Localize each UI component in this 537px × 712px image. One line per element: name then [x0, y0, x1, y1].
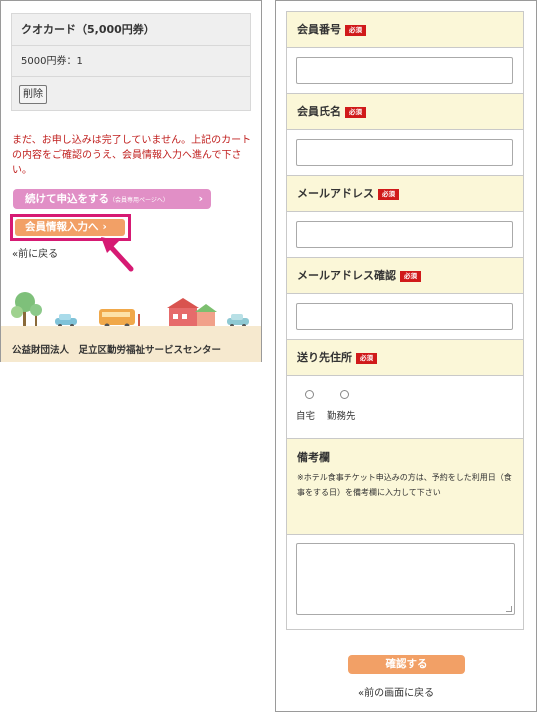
chevron-right-icon: › [198, 192, 203, 205]
resize-handle-icon[interactable] [506, 606, 512, 612]
input-area [287, 294, 523, 339]
delivery-label: 送り先住所 [297, 351, 352, 364]
required-badge: 必須 [345, 24, 366, 36]
confirm-button[interactable]: 確認する [348, 655, 465, 674]
notes-field: 備考欄 ※ホテル食事チケット申込みの方は、予約をした利用日（食事をする日）を備考… [287, 439, 523, 629]
notes-help-text: ※ホテル食事チケット申込みの方は、予約をした利用日（食事をする日）を備考欄に入力… [297, 473, 512, 497]
member-form-panel: 会員番号 必須 会員氏名 必須 メールアドレス 必須 メールアドレス確認 必須 … [275, 0, 537, 712]
required-badge: 必須 [356, 352, 377, 364]
footer-org-name: 公益財団法人 足立区勤労福祉サービスセンター [12, 345, 222, 356]
field-label: 送り先住所 必須 [287, 340, 523, 376]
continue-button-label: 続けて申込をする [25, 193, 109, 205]
member-number-field: 会員番号 必須 [287, 12, 523, 94]
required-badge: 必須 [345, 106, 366, 118]
delivery-radio-group: 自宅 勤務先 [287, 376, 523, 438]
member-info-button-label: 会員情報入力へ [25, 221, 99, 233]
back-to-previous-link[interactable]: «前の画面に戻る [358, 684, 434, 699]
email-field: メールアドレス 必須 [287, 176, 523, 258]
field-label: メールアドレス確認 必須 [287, 258, 523, 294]
chevron-right-icon: › [102, 221, 107, 233]
radio-home[interactable] [305, 390, 314, 399]
town-illustration [11, 292, 249, 329]
cart-panel: クオカード（5,000円券） 5000円券：1 削除 まだ、お申し込みは完了して… [0, 0, 262, 362]
cart-item-delete-row: 削除 [12, 77, 250, 111]
email-confirm-input[interactable] [296, 303, 513, 330]
delete-button[interactable]: 削除 [19, 85, 47, 104]
member-name-field: 会員氏名 必須 [287, 94, 523, 176]
email-confirm-label: メールアドレス確認 [297, 269, 396, 282]
back-link[interactable]: «前に戻る [12, 245, 58, 260]
member-name-label: 会員氏名 [297, 105, 341, 118]
field-label: 会員番号 必須 [287, 12, 523, 48]
member-name-input[interactable] [296, 139, 513, 166]
continue-shopping-button[interactable]: 続けて申込をする（会員専用ページへ） › [13, 189, 211, 209]
cart-item-box: クオカード（5,000円券） 5000円券：1 削除 [11, 13, 251, 111]
radio-workplace[interactable] [340, 390, 349, 399]
notes-label: 備考欄 [297, 451, 330, 464]
field-label: 会員氏名 必須 [287, 94, 523, 130]
continue-button-sublabel: （会員専用ページへ） [109, 197, 169, 204]
textarea-area [287, 535, 523, 629]
cart-item-quantity: 5000円券：1 [12, 46, 250, 77]
pointer-arrow-icon [101, 237, 134, 272]
incomplete-notice: まだ、お申し込みは完了していません。上記のカートの内容をご確認のうえ、会員情報入… [12, 135, 252, 176]
member-form: 会員番号 必須 会員氏名 必須 メールアドレス 必須 メールアドレス確認 必須 … [286, 11, 524, 630]
cart-item-title: クオカード（5,000円券） [12, 14, 250, 46]
field-label: メールアドレス 必須 [287, 176, 523, 212]
input-area [287, 212, 523, 257]
email-label: メールアドレス [297, 187, 374, 200]
member-number-label: 会員番号 [297, 23, 341, 36]
email-input[interactable] [296, 221, 513, 248]
notes-textarea[interactable] [296, 543, 515, 615]
email-confirm-field: メールアドレス確認 必須 [287, 258, 523, 340]
radio-home-label: 自宅 [296, 411, 316, 422]
required-badge: 必須 [400, 270, 421, 282]
input-area [287, 48, 523, 93]
required-badge: 必須 [378, 188, 399, 200]
member-number-input[interactable] [296, 57, 513, 84]
delivery-address-field: 送り先住所 必須 自宅 勤務先 [287, 340, 523, 439]
input-area [287, 130, 523, 175]
field-label: 備考欄 ※ホテル食事チケット申込みの方は、予約をした利用日（食事をする日）を備考… [287, 439, 523, 535]
radio-workplace-label: 勤務先 [327, 411, 356, 422]
